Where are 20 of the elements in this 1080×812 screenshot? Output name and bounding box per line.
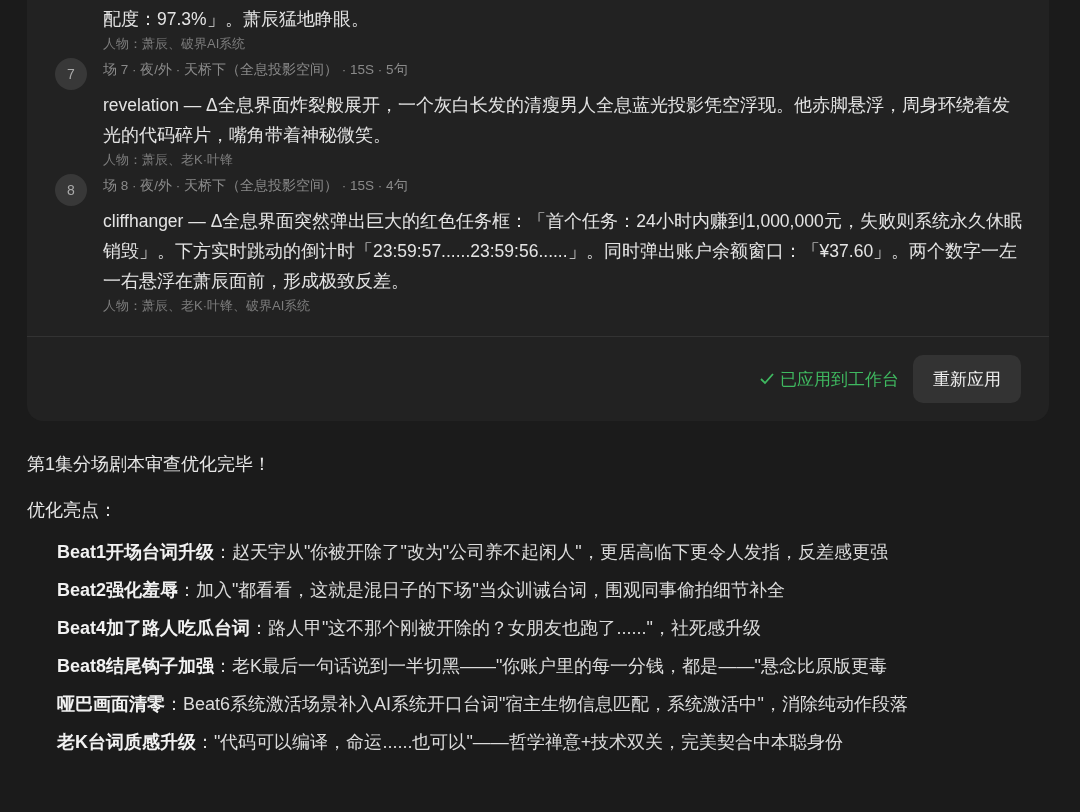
scene-heading: 场 7 · 夜/外 · 天桥下（全息投影空间） · 15S · 5句 bbox=[103, 61, 409, 79]
reapply-button[interactable]: 重新应用 bbox=[913, 355, 1021, 403]
scene-characters: 人物：萧辰、老K·叶锋、破界AI系统 bbox=[103, 297, 312, 315]
highlight-item: 哑巴画面清零：Beat6系统激活场景补入AI系统开口台词"宿主生物信息匹配，系统激活中"，消除纯动作段落 bbox=[57, 693, 909, 716]
scene-heading: 场 8 · 夜/外 · 天桥下（全息投影空间） · 15S · 4句 bbox=[103, 177, 409, 195]
highlight-item: Beat2强化羞辱：加入"都看看，这就是混日子的下场"当众训诫台词，围观同事偷拍细节补全 bbox=[57, 579, 786, 602]
highlight-item: 老K台词质感升级："代码可以编译，命运......也可以"——哲学禅意+技术双关，完美契合中本聪身份 bbox=[57, 731, 845, 754]
scene-number: 8 bbox=[55, 174, 87, 206]
highlight-item: Beat8结尾钩子加强：老K最后一句话说到一半切黑——"你账户里的每一分钱，都是——"悬念比原版更毒 bbox=[57, 655, 888, 678]
highlight-item: Beat4加了路人吃瓜台词：路人甲"这不那个刚被开除的？女朋友也跑了......"，社死感升级 bbox=[57, 617, 762, 640]
scene-description: revelation — Δ全息界面炸裂般展开，一个灰白长发的清瘦男人全息蓝光投影凭空浮现。他赤脚悬浮，周身环绕着发光的代码碎片，嘴角带着神秘微笑。 bbox=[103, 94, 1011, 147]
scene-description: 配度：97.3%」。萧辰猛地睁眼。 bbox=[103, 8, 370, 31]
scene-characters: 人物：萧辰、老K·叶锋 bbox=[103, 151, 234, 169]
scene-description: cliffhanger — Δ全息界面突然弹出巨大的红色任务框：「首个任务：24小时内赚到1,000,000元，失败则系统永久休眠销毁」。下方实时跳动的倒计时「23:59:57......23:59:56......」。同时弹出账户余额窗口：「¥37.60」。两个数字一左一右悬浮在萧辰面前，形成极致反差。 bbox=[103, 210, 1023, 293]
scene-characters: 人物：萧辰、破界AI系统 bbox=[103, 35, 247, 53]
scene-number: 7 bbox=[55, 58, 87, 90]
summary-title: 第1集分场剧本审查优化完毕！ bbox=[27, 453, 272, 476]
highlight-item: Beat1开场台词升级：赵天宇从"你被开除了"改为"公司养不起闲人"，更居高临下更令人发指，反差感更强 bbox=[57, 541, 889, 564]
summary-subtitle: 优化亮点： bbox=[27, 499, 118, 522]
applied-status: 已应用到工作台 bbox=[780, 368, 899, 391]
